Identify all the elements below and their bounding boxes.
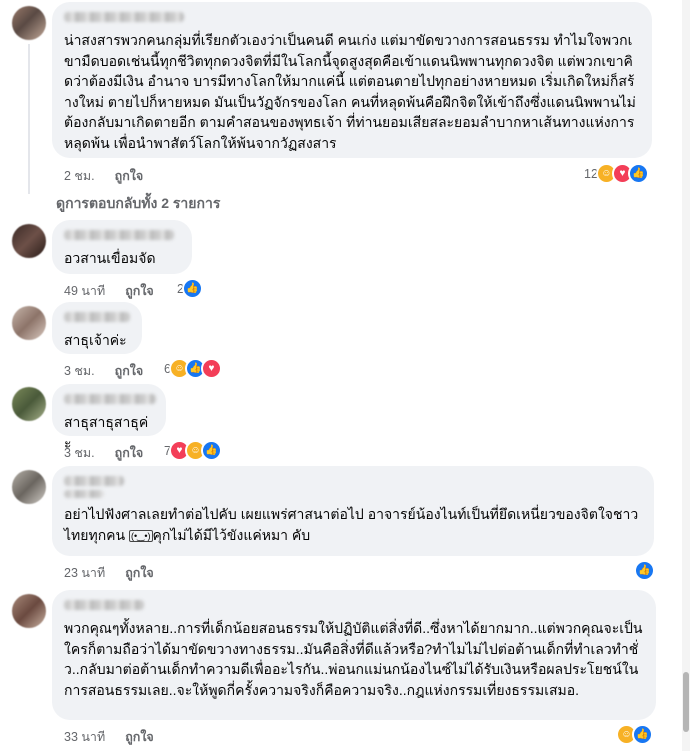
like-button[interactable]: ถูกใจ [125,563,154,583]
like-button[interactable]: ถูกใจ [125,281,154,301]
thread-line [28,44,30,194]
avatar[interactable] [12,224,46,258]
timestamp[interactable]: 23 นาที [64,563,105,583]
timestamp[interactable]: 2 ชม. [64,166,95,186]
reaction-summary[interactable]: 12 ☺ ♥ 👍 [584,163,649,184]
avatar[interactable] [12,470,46,504]
author-name[interactable] [64,476,124,486]
comment-meta: 3 ชม. ถูกใจ [64,443,143,463]
comment-text: อวสานเขื่อมจัด [64,250,156,266]
reaction-summary[interactable]: 7 ♥ ☺ 👍 [164,440,222,461]
timestamp[interactable]: 33 นาที [64,727,105,747]
comment-text: พวกคุณๆทั้งหลาย..การที่เด็กน้อยสอนธรรมให… [64,620,643,698]
comment-bubble: น่าสงสารพวกคนกลุ่มที่เรียกตัวเองว่าเป็นค… [52,2,652,158]
author-name[interactable] [64,12,184,22]
author-name[interactable] [64,230,174,240]
timestamp[interactable]: 3 ชม. [64,443,95,463]
comment-meta: 49 นาที ถูกใจ [64,281,154,301]
thumbs-up-icon: 👍 [632,724,653,745]
avatar[interactable] [12,594,46,628]
comment-bubble: สาธุเจ้าค่ะ [52,302,142,354]
emoji-box: (•‿•) [129,529,153,542]
reaction-summary[interactable]: 6 ☺ 👍 ♥ [164,358,222,379]
heart-icon: ♥ [200,358,222,379]
reaction-summary[interactable]: 👍 [634,560,655,581]
like-button[interactable]: ถูกใจ [115,443,144,463]
thumbs-up-icon: 👍 [634,560,655,581]
timestamp[interactable]: 49 นาที [64,281,105,301]
like-button[interactable]: ถูกใจ [115,361,144,381]
scrollbar-track[interactable] [682,0,690,751]
comment-bubble: พวกคุณๆทั้งหลาย..การที่เด็กน้อยสอนธรรมให… [52,590,656,720]
comment-text-part-2: คุกไม่ได้มีไว้ขังแค่หมา คับ [152,526,311,543]
thumbs-up-icon: 👍 [627,163,649,184]
comment-bubble: อวสานเขื่อมจัด [52,220,192,274]
author-name[interactable] [64,394,156,404]
comment-meta: 3 ชม. ถูกใจ [64,361,143,381]
author-name[interactable] [64,600,144,610]
comment-text: น่าสงสารพวกคนกลุ่มที่เรียกตัวเองว่าเป็นค… [64,32,636,151]
avatar[interactable] [12,6,46,40]
author-tag [64,490,104,498]
comment-meta: 23 นาที ถูกใจ [64,563,154,583]
thumbs-up-icon: 👍 [200,440,222,461]
like-button[interactable]: ถูกใจ [115,166,144,186]
comment-meta: 33 นาที ถูกใจ [64,727,154,747]
reaction-summary[interactable]: ☺ 👍 [616,724,653,745]
scrollbar-thumb[interactable] [683,672,689,732]
comment-text: อย่าไปฟังศาลเลยทำต่อไปคับ เผยแพร่ศาสนาต่… [64,504,642,545]
avatar[interactable] [12,387,46,421]
reaction-summary[interactable]: 2 👍 [177,278,203,299]
timestamp[interactable]: 3 ชม. [64,361,95,381]
comment-text: สาธุเจ้าค่ะ [64,332,127,348]
like-button[interactable]: ถูกใจ [125,727,154,747]
author-name[interactable] [64,312,130,322]
avatar[interactable] [12,306,46,340]
comment-bubble: สาธุสาธุสาธุค่ะ [52,384,166,451]
comment-meta: 2 ชม. ถูกใจ [64,166,143,186]
thumbs-up-icon: 👍 [181,278,203,299]
view-replies-link[interactable]: ดูการตอบกลับทั้ง 2 รายการ [56,193,220,215]
comment-bubble: อย่าไปฟังศาลเลยทำต่อไปคับ เผยแพร่ศาสนาต่… [52,466,654,556]
